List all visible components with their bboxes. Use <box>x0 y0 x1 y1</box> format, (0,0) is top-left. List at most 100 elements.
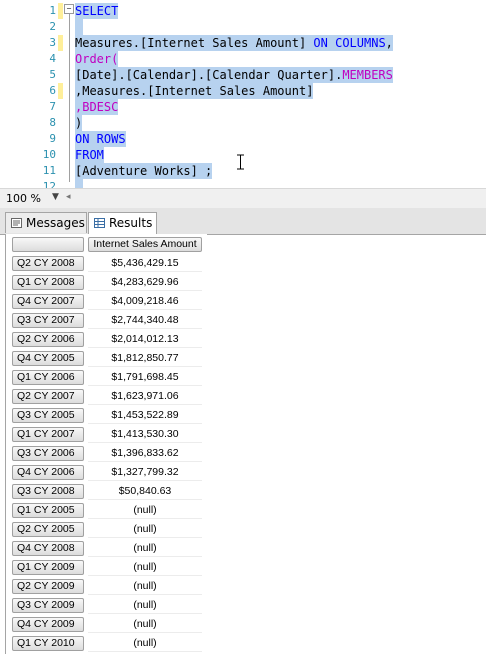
line-number: 7 <box>49 100 56 113</box>
code-line[interactable]: ) <box>75 115 83 131</box>
row-header[interactable]: Q4 CY 2007 <box>12 294 84 309</box>
row-header[interactable]: Q2 CY 2006 <box>12 332 84 347</box>
result-cell[interactable]: (null) <box>88 617 202 633</box>
result-cell[interactable]: $4,283,629.96 <box>88 275 202 291</box>
change-marker <box>58 83 63 99</box>
column-header-internet-sales-amount[interactable]: Internet Sales Amount <box>88 237 202 252</box>
code-token: Measures.[Internet Sales Amount] <box>75 36 314 50</box>
row-header[interactable]: Q4 CY 2006 <box>12 465 84 480</box>
row-header[interactable]: Q3 CY 2008 <box>12 484 84 499</box>
code-line[interactable]: ,Measures.[Internet Sales Amount] <box>75 83 314 99</box>
code-token: ) <box>75 116 83 130</box>
line-number: 11 <box>42 164 56 177</box>
code-line[interactable]: [Adventure Works] ; <box>75 163 213 179</box>
code-token: ON ROWS <box>75 132 126 146</box>
tab-messages[interactable]: Messages <box>5 212 87 233</box>
results-tab-bar: Messages Results <box>0 208 486 235</box>
row-header[interactable]: Q3 CY 2009 <box>12 598 84 613</box>
zoom-dropdown-icon[interactable]: ▼ <box>52 192 59 202</box>
result-cell[interactable]: (null) <box>88 522 202 538</box>
line-number: 5 <box>49 68 56 81</box>
change-marker <box>58 3 63 19</box>
tab-results-label: Results <box>109 216 153 230</box>
row-header[interactable]: Q3 CY 2006 <box>12 446 84 461</box>
results-grid-icon <box>94 218 105 228</box>
row-header[interactable]: Q4 CY 2009 <box>12 617 84 632</box>
results-grid[interactable]: Internet Sales Amount Q2 CY 2008 $5,436,4… <box>5 234 207 654</box>
messages-icon <box>11 218 22 228</box>
code-line[interactable]: ,BDESC <box>75 99 119 115</box>
line-number: 12 <box>42 180 56 188</box>
code-line[interactable]: [Date].[Calendar].[Calendar Quarter].MEM… <box>75 67 393 83</box>
code-token: SELECT <box>75 4 119 18</box>
change-marker <box>58 35 63 51</box>
result-cell[interactable]: $1,413,530.30 <box>88 427 202 443</box>
result-cell[interactable]: (null) <box>88 560 202 576</box>
line-number: 6 <box>49 84 56 97</box>
code-token: MEMBERS <box>342 68 393 82</box>
text-cursor-icon <box>237 154 244 170</box>
line-number-gutter: 1 2 3 4 5 6 7 8 9 10 11 12 <box>0 0 62 188</box>
result-cell[interactable]: $1,453,522.89 <box>88 408 202 424</box>
result-cell[interactable]: $50,840.63 <box>88 484 202 500</box>
result-cell[interactable]: (null) <box>88 598 202 614</box>
query-editor[interactable]: 1 2 3 4 5 6 7 8 9 10 11 12 − SELECT Measures.[Intern… <box>0 0 486 188</box>
collapse-toggle-icon[interactable]: − <box>64 4 74 14</box>
code-line[interactable] <box>75 179 83 188</box>
result-cell[interactable]: (null) <box>88 579 202 595</box>
row-header[interactable]: Q4 CY 2008 <box>12 541 84 556</box>
editor-status-strip: 100 % ▼ ◂ <box>0 188 486 209</box>
tab-results[interactable]: Results <box>88 212 157 234</box>
row-header[interactable]: Q2 CY 2005 <box>12 522 84 537</box>
result-cell[interactable]: $4,009,218.46 <box>88 294 202 310</box>
result-cell[interactable]: (null) <box>88 636 202 652</box>
code-token: , <box>385 36 393 50</box>
row-header[interactable]: Q2 CY 2008 <box>12 256 84 271</box>
line-number: 9 <box>49 132 56 145</box>
result-cell[interactable]: $5,436,429.15 <box>88 256 202 272</box>
result-cell[interactable]: $1,327,799.32 <box>88 465 202 481</box>
line-number: 3 <box>49 36 56 49</box>
code-token: FROM <box>75 148 104 162</box>
code-line[interactable]: SELECT <box>75 3 119 19</box>
zoom-level[interactable]: 100 % <box>6 192 41 205</box>
row-header[interactable]: Q2 CY 2007 <box>12 389 84 404</box>
line-number: 1 <box>49 4 56 17</box>
result-cell[interactable]: (null) <box>88 503 202 519</box>
code-line[interactable]: FROM <box>75 147 104 163</box>
row-header[interactable]: Q2 CY 2009 <box>12 579 84 594</box>
code-token: ,Measures.[Internet Sales Amount] <box>75 84 314 98</box>
code-line[interactable]: Order( <box>75 51 119 67</box>
result-cell[interactable]: $1,791,698.45 <box>88 370 202 386</box>
row-header[interactable]: Q1 CY 2008 <box>12 275 84 290</box>
line-number: 10 <box>42 148 56 161</box>
result-cell[interactable]: $2,014,012.13 <box>88 332 202 348</box>
outline-fold-line <box>69 14 70 182</box>
result-cell[interactable]: (null) <box>88 541 202 557</box>
row-header[interactable]: Q1 CY 2010 <box>12 636 84 651</box>
scroll-left-icon[interactable]: ◂ <box>66 192 71 202</box>
line-number: 8 <box>49 116 56 129</box>
tab-messages-label: Messages <box>26 216 85 230</box>
line-number: 4 <box>49 52 56 65</box>
row-header[interactable]: Q3 CY 2005 <box>12 408 84 423</box>
code-token: Order( <box>75 52 119 66</box>
line-number: 2 <box>49 20 56 33</box>
grid-corner-cell[interactable] <box>12 237 84 252</box>
row-header[interactable]: Q1 CY 2007 <box>12 427 84 442</box>
row-header[interactable]: Q3 CY 2007 <box>12 313 84 328</box>
code-line[interactable]: Measures.[Internet Sales Amount] ON COLU… <box>75 35 393 51</box>
row-header[interactable]: Q4 CY 2005 <box>12 351 84 366</box>
result-cell[interactable]: $1,623,971.06 <box>88 389 202 405</box>
row-header[interactable]: Q1 CY 2009 <box>12 560 84 575</box>
result-cell[interactable]: $2,744,340.48 <box>88 313 202 329</box>
row-header[interactable]: Q1 CY 2006 <box>12 370 84 385</box>
row-header[interactable]: Q1 CY 2005 <box>12 503 84 518</box>
code-token: ON COLUMNS <box>313 36 386 50</box>
code-token: ,BDESC <box>75 100 119 114</box>
code-line[interactable] <box>75 19 83 35</box>
result-cell[interactable]: $1,396,833.62 <box>88 446 202 462</box>
result-cell[interactable]: $1,812,850.77 <box>88 351 202 367</box>
code-line[interactable]: ON ROWS <box>75 131 126 147</box>
code-token: [Date].[Calendar].[Calendar Quarter]. <box>75 68 343 82</box>
